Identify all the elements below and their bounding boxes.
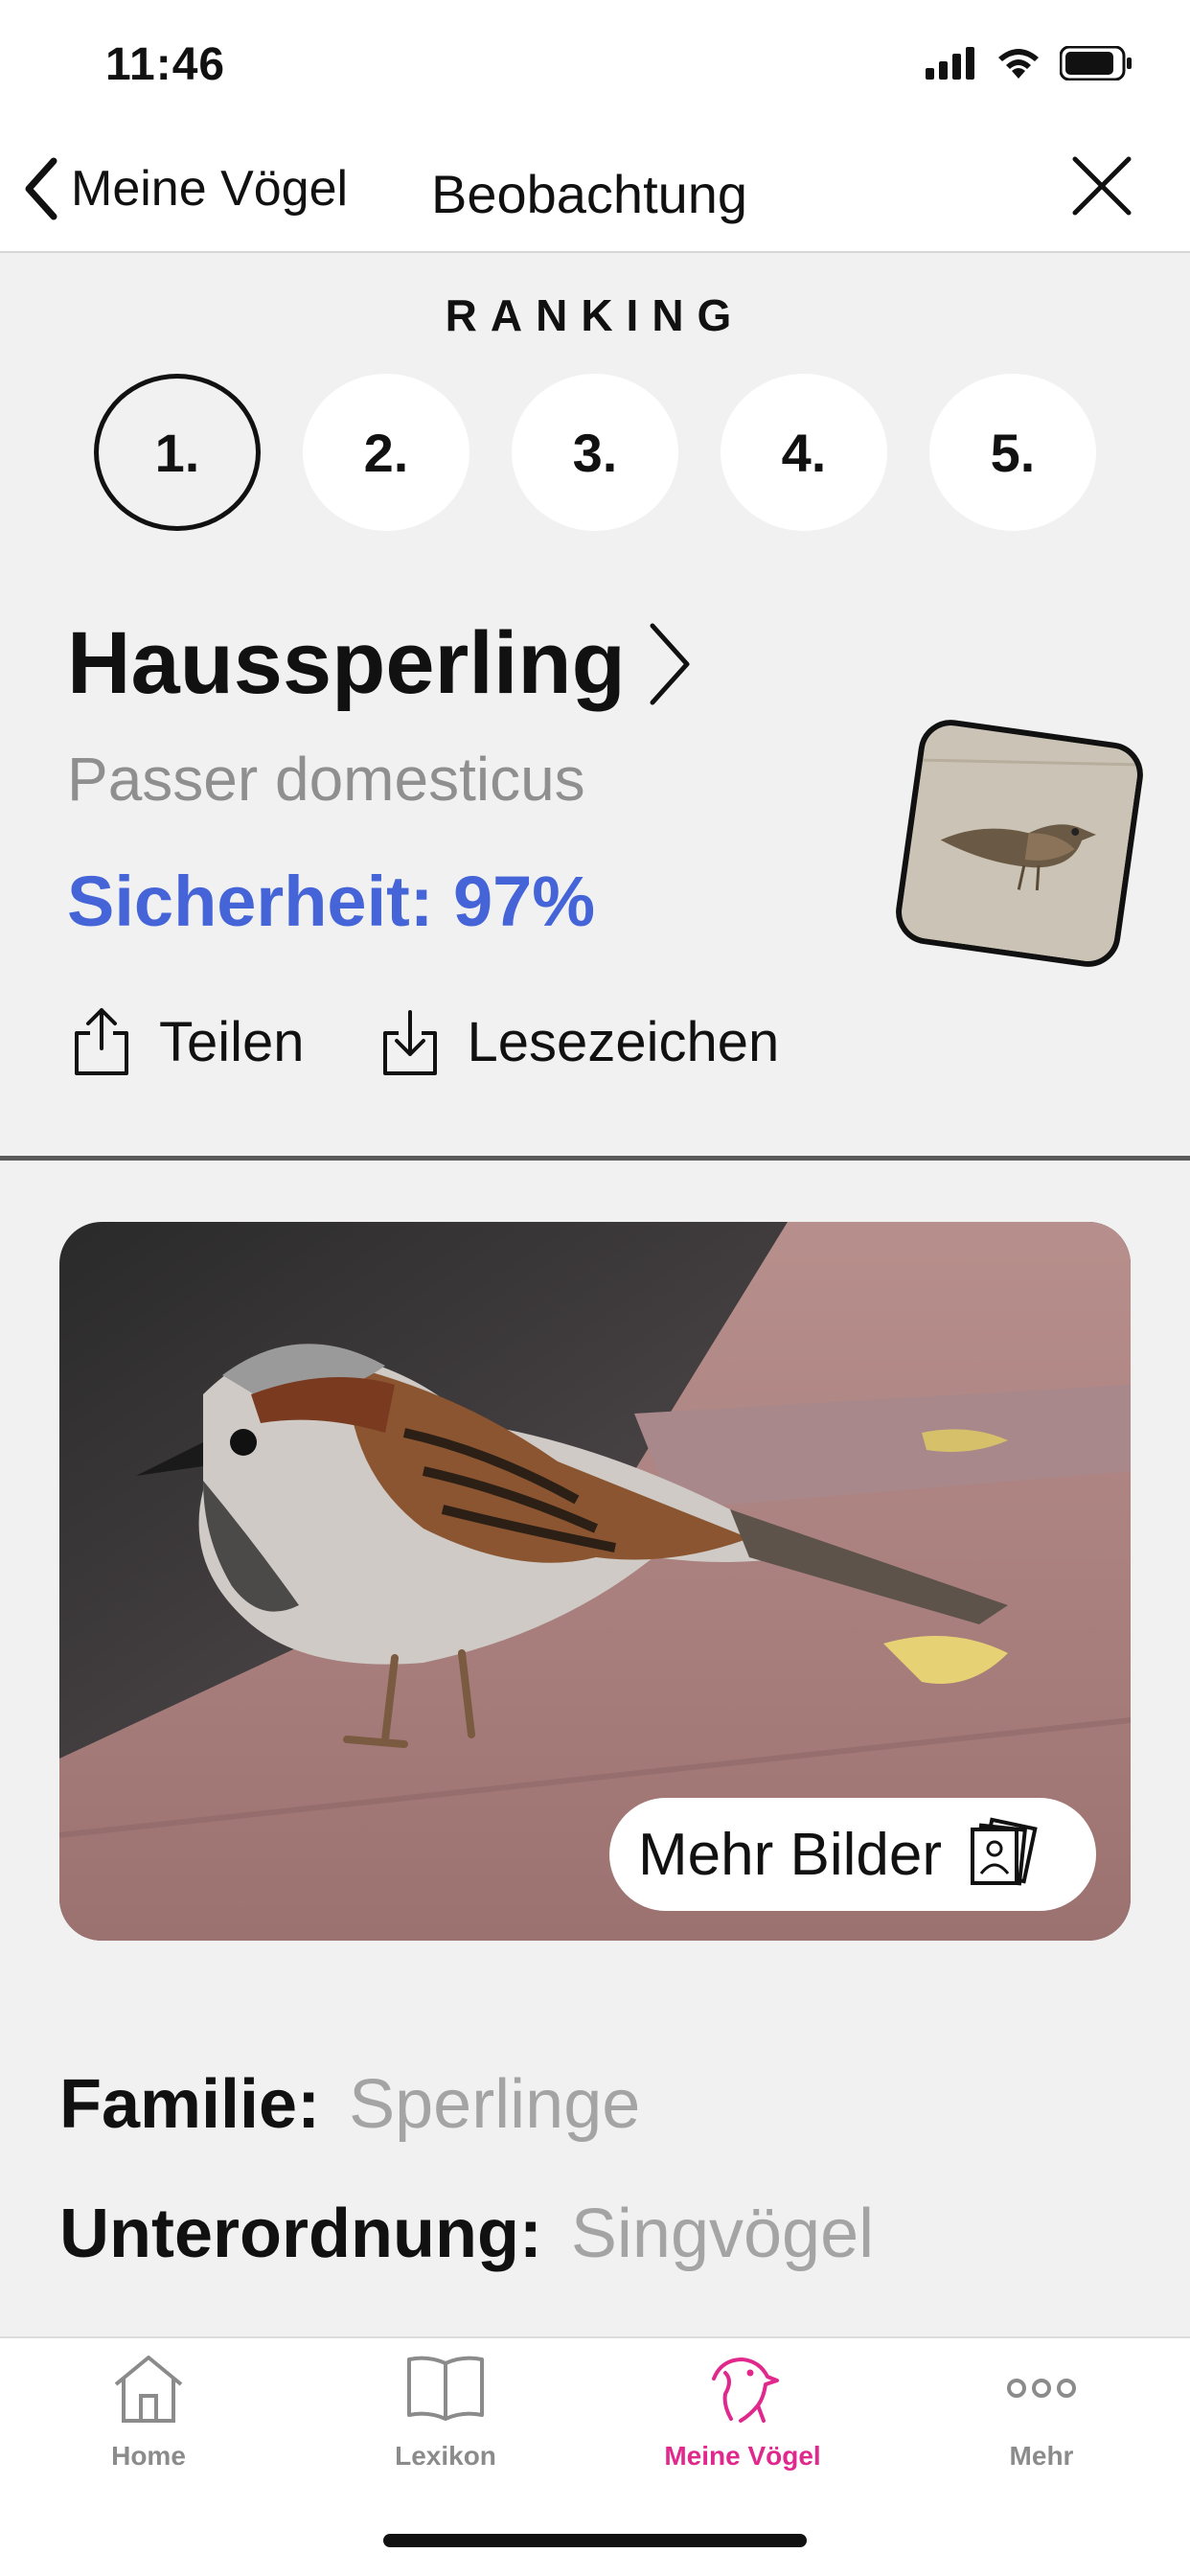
species-name: Haussperling [67, 614, 626, 712]
suborder-key: Unterordnung: [59, 2196, 542, 2272]
scientific-name: Passer domesticus [67, 745, 585, 814]
tab-lexikon[interactable]: Lexikon [326, 2352, 565, 2472]
close-icon [1072, 156, 1132, 216]
tab-mehr[interactable]: Mehr [922, 2352, 1161, 2472]
observation-thumbnail[interactable] [891, 715, 1148, 972]
rank-button-1[interactable]: 1. [94, 374, 261, 531]
more-icon [1007, 2379, 1076, 2398]
bird-icon [712, 2358, 779, 2423]
share-button[interactable]: Teilen [73, 1006, 305, 1077]
battery-icon [1060, 46, 1132, 80]
tab-home-label: Home [111, 2441, 186, 2471]
rank-button-3[interactable]: 3. [512, 374, 678, 531]
tab-meine-voegel-label: Meine Vögel [664, 2441, 821, 2471]
family-key: Familie: [59, 2066, 321, 2143]
status-time: 11:46 [105, 39, 226, 90]
sparrow-thumbnail-image [896, 722, 1148, 972]
rank-button-5[interactable]: 5. [929, 374, 1096, 531]
status-icons [926, 46, 1133, 80]
chevron-right-icon [650, 623, 690, 704]
back-label: Meine Vögel [71, 161, 349, 217]
nav-bar: Meine Vögel Beobachtung [0, 126, 1190, 253]
home-indicator[interactable] [383, 2534, 807, 2547]
more-images-label: Mehr Bilder [638, 1821, 942, 1888]
family-value: Sperlinge [349, 2066, 641, 2143]
bookmark-label: Lesezeichen [467, 1010, 780, 1073]
close-button[interactable] [1062, 146, 1142, 226]
ranking-selector: 1. 2. 3. 4. 5. [94, 374, 1096, 531]
rank-button-4[interactable]: 4. [721, 374, 887, 531]
back-button[interactable]: Meine Vögel [19, 155, 348, 222]
species-link[interactable]: Haussperling [67, 613, 693, 714]
share-icon [75, 1008, 128, 1075]
action-row: Teilen Lesezeichen [73, 1006, 779, 1077]
book-icon [407, 2356, 484, 2421]
nav-title: Beobachtung [431, 164, 748, 224]
tab-meine-voegel[interactable]: Meine Vögel [623, 2352, 862, 2472]
suborder-row: Unterordnung: Singvögel [59, 2195, 874, 2273]
bookmark-button[interactable]: Lesezeichen [381, 1006, 780, 1077]
home-icon [114, 2356, 183, 2423]
tab-mehr-label: Mehr [1009, 2441, 1074, 2471]
confidence-text: Sicherheit: 97% [67, 862, 596, 941]
rank-button-2[interactable]: 2. [303, 374, 469, 531]
ranking-label: RANKING [445, 290, 745, 340]
wifi-icon [998, 49, 1039, 79]
share-label: Teilen [159, 1010, 305, 1073]
chevron-left-icon [25, 157, 57, 220]
bookmark-download-icon [382, 1010, 437, 1075]
family-row: Familie: Sperlinge [59, 2065, 640, 2144]
tab-lexikon-label: Lexikon [395, 2441, 496, 2471]
photo-gallery-icon [971, 1817, 1038, 1886]
section-divider [0, 1156, 1190, 1161]
status-bar: 11:46 [0, 0, 1190, 126]
more-images-button[interactable]: Mehr Bilder [609, 1798, 1096, 1911]
signal-icon [926, 47, 974, 80]
tab-home[interactable]: Home [29, 2352, 268, 2472]
suborder-value: Singvögel [570, 2196, 875, 2272]
